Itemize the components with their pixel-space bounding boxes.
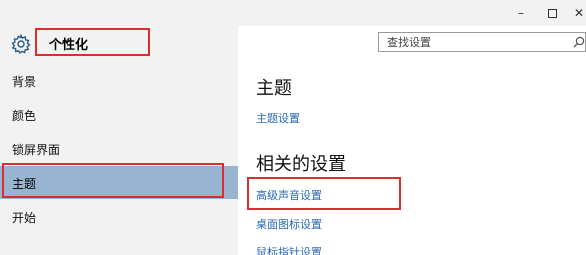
sidebar-item-label: 背景: [12, 75, 37, 89]
sidebar-item-colors[interactable]: 颜色: [0, 98, 238, 131]
sidebar-item-label: 颜色: [12, 109, 37, 123]
sidebar-header: 个性化: [0, 26, 238, 60]
section-title-themes: 主题: [256, 78, 292, 99]
sidebar-item-lock-screen[interactable]: 锁屏界面: [0, 132, 238, 165]
main-content: 主题 主题设置 相关的设置 高级声音设置 桌面图标设置 鼠标指针设置: [238, 60, 586, 255]
minimize-button[interactable]: –: [508, 3, 534, 23]
themes-highlight-box: [2, 163, 224, 198]
sidebar-item-background[interactable]: 背景: [0, 64, 238, 97]
sidebar: 个性化 背景 颜色 锁屏界面 主题 开始: [0, 26, 238, 255]
maximize-icon: [547, 9, 557, 18]
settings-window: – ✕ 个性化 背景 颜色 锁屏界面 主题 开始 查找设置 主题 主题设置 相关…: [0, 0, 586, 255]
link-theme-settings[interactable]: 主题设置: [256, 110, 300, 126]
search-icon[interactable]: [573, 36, 585, 48]
sidebar-item-label: 开始: [12, 211, 37, 225]
close-button[interactable]: ✕: [566, 3, 586, 23]
sidebar-item-start[interactable]: 开始: [0, 200, 238, 233]
title-bar: – ✕: [0, 0, 586, 26]
search-box[interactable]: [378, 32, 586, 52]
gear-icon: [11, 34, 31, 54]
title-highlight-box: [35, 28, 150, 56]
maximize-button[interactable]: [539, 3, 565, 23]
link-desktop-icon-settings[interactable]: 桌面图标设置: [256, 216, 322, 232]
section-title-related-settings: 相关的设置: [256, 154, 346, 175]
search-input[interactable]: [387, 35, 567, 50]
link-mouse-pointer-settings[interactable]: 鼠标指针设置: [256, 244, 322, 255]
sidebar-item-label: 锁屏界面: [12, 143, 61, 157]
sound-settings-highlight-box: [247, 177, 401, 210]
